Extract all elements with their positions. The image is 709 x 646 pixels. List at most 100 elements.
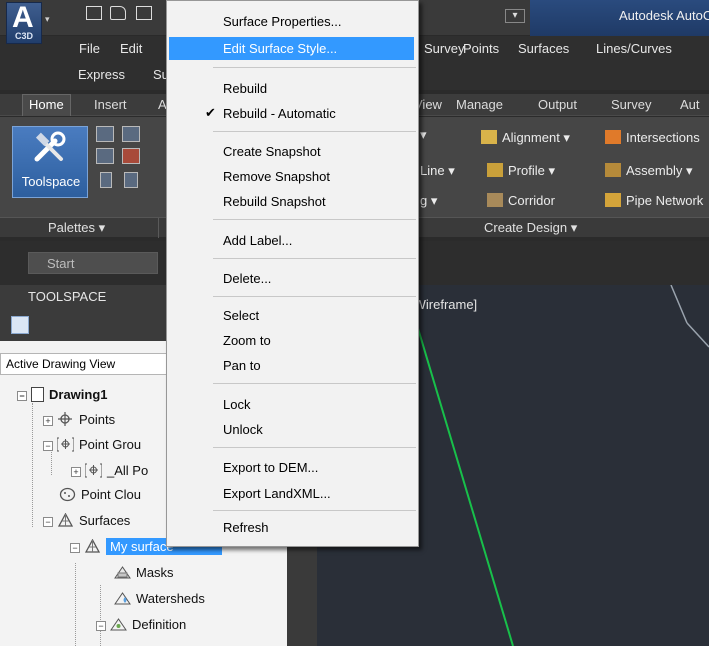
prospector-icon[interactable] [96,126,114,142]
menu-item-unlock[interactable]: Unlock [169,418,414,441]
menu-item-label: Rebuild - Automatic [223,106,336,121]
tree-node-surfaces[interactable]: − Surfaces [43,512,131,535]
tab-manage[interactable]: Manage [456,97,503,112]
menu-survey[interactable]: Survey [424,41,464,56]
tree-node-masks[interactable]: Masks [114,565,174,587]
menu-item-remove-snapshot[interactable]: Remove Snapshot [169,165,414,188]
tab-home[interactable]: Home [22,94,71,116]
profile-command[interactable]: Profile ▾ [487,163,555,179]
toolspace-label: Toolspace [21,174,81,189]
tab-autodesk[interactable]: Aut [680,97,700,112]
menu-item-select[interactable]: Select [169,304,414,327]
menu-separator [213,510,416,511]
menu-item-refresh[interactable]: Refresh [169,516,414,539]
menu-item-rebuild-snapshot[interactable]: Rebuild Snapshot [169,190,414,213]
menu-express[interactable]: Express [78,67,125,82]
properties-icon[interactable] [100,172,112,188]
menu-surfaces[interactable]: Surfaces [518,41,569,56]
menu-item-create-snapshot[interactable]: Create Snapshot [169,140,414,163]
tree-node-points[interactable]: + Points [43,412,115,434]
menu-item-rebuild-automatic[interactable]: ✔ Rebuild - Automatic [169,102,414,125]
menu-edit[interactable]: Edit [120,41,142,56]
grading-command[interactable]: g ▾ [420,193,437,209]
tab-start[interactable]: Start [28,252,158,274]
create-design-panel-title[interactable]: Create Design ▾ [484,220,577,236]
corridor-command[interactable]: Corridor [487,193,555,208]
toolbox-icon[interactable] [122,148,140,164]
wrench-hammer-icon [34,131,66,162]
menu-item-export-dem[interactable]: Export to DEM... [169,456,414,479]
open-folder-icon[interactable] [110,6,126,20]
point-group-icon [84,463,103,478]
menu-item-delete[interactable]: Delete... [169,267,414,290]
palettes-label: Palettes [48,220,95,235]
menu-item-zoom-to[interactable]: Zoom to [169,329,414,352]
assembly-command[interactable]: Assembly ▾ [605,163,693,179]
menu-file[interactable]: File [79,41,100,56]
menu-separator [213,258,416,259]
menu-separator [213,383,416,384]
tree-node-definition[interactable]: − Definition [96,617,186,639]
collapse-toggle-icon[interactable]: − [70,543,80,553]
pipe-network-command[interactable]: Pipe Network [605,193,703,208]
tree-label: Points [79,412,116,427]
collapse-toggle-icon[interactable]: − [17,391,27,401]
toolspace-button[interactable]: Toolspace [12,126,88,198]
menu-item-export-landxml[interactable]: Export LandXML... [169,482,414,505]
collapse-toggle-icon[interactable]: − [96,621,106,631]
application-menu-button[interactable]: A C3D [6,1,42,44]
point-groups-icon [56,437,75,452]
expand-toggle-icon[interactable]: + [43,416,53,426]
definition-icon [110,617,127,632]
expand-toggle-icon[interactable]: + [71,467,81,477]
intersections-icon [605,130,621,144]
menu-item-surface-properties[interactable]: Surface Properties... [169,10,414,33]
collapse-toggle-icon[interactable]: − [43,441,53,451]
app-badge: C3D [14,31,33,41]
chevron-down-icon[interactable]: ▾ [45,14,50,25]
new-file-icon[interactable] [86,6,102,20]
collapse-toggle-icon[interactable]: − [43,517,53,527]
watersheds-icon [114,591,131,606]
profile-icon [487,163,503,177]
corridor-icon [487,193,503,207]
alignment-command[interactable]: Alignment ▾ [481,130,570,146]
surface-context-menu: Surface Properties... Edit Surface Style… [166,0,419,547]
design-center-icon[interactable] [124,172,138,188]
menu-item-rebuild[interactable]: Rebuild [169,77,414,100]
feature-line-command[interactable]: Line ▾ [420,163,455,179]
tree-node-point-clouds[interactable]: Point Clou [59,487,141,509]
profile-label: Profile [508,163,545,178]
feature-line-label: Line [420,163,445,178]
toggle-item-view-icon[interactable] [11,316,29,334]
settings-panel-icon[interactable] [122,126,140,142]
menu-separator [213,67,416,68]
autocad-a-logo-icon: A [12,1,34,34]
alignment-label: Alignment [502,130,560,145]
menu-item-lock[interactable]: Lock [169,393,414,416]
drawing-file-icon [31,387,44,402]
tree-guide-line [32,403,33,527]
point-cloud-icon [59,487,76,502]
menu-points[interactable]: Points [463,41,499,56]
tree-node-all-points[interactable]: + _All Po [71,463,148,485]
tab-output[interactable]: Output [538,97,577,112]
workspace-dropdown-icon[interactable]: ▾ [505,9,525,23]
menu-lines-curves[interactable]: Lines/Curves [596,41,672,56]
intersections-command[interactable]: Intersections [605,130,700,145]
create-design-label: Create Design [484,220,568,235]
tree-label: Surfaces [79,513,131,528]
tab-insert[interactable]: Insert [94,97,127,112]
tab-survey[interactable]: Survey [611,97,651,112]
menu-item-edit-surface-style[interactable]: Edit Surface Style... [169,37,414,60]
menu-item-pan-to[interactable]: Pan to [169,354,414,377]
tree-label: _All Po [107,463,149,478]
save-icon[interactable] [136,6,152,20]
alignment-menu-arrow[interactable]: ▾ [420,127,427,143]
tree-node-watersheds[interactable]: Watersheds [114,591,205,613]
tree-node-drawing[interactable]: − Drawing1 [17,387,108,409]
palettes-panel-title[interactable]: Palettes ▾ [48,220,105,236]
tree-node-point-groups[interactable]: − Point Grou [43,437,141,459]
menu-item-add-label[interactable]: Add Label... [169,229,414,252]
survey-panel-icon[interactable] [96,148,114,164]
